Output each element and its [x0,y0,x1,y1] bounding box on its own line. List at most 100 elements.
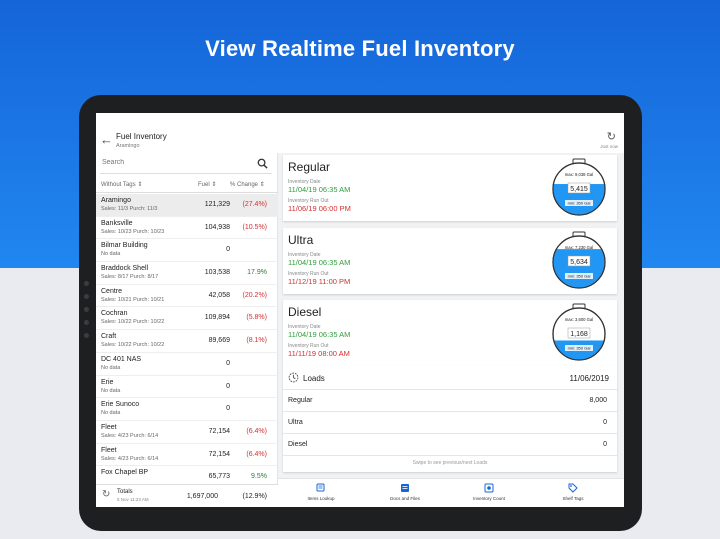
nav-label: Shelf Tags [562,496,584,501]
station-row[interactable]: Fox Chapel BP 65,773 9.5% [96,466,278,484]
run-out-date: 11/06/19 06:00 PM [288,204,351,213]
back-arrow-icon[interactable]: ← [100,133,113,147]
totals-change: (12.9%) [242,493,267,500]
sort-fuel-button[interactable]: Fuel ⇕ [198,181,216,188]
run-out-date: 11/11/19 08:00 AM [288,349,350,358]
inventory-count-icon [484,483,494,493]
station-list: Aramingo Sales: 11/3 Purch: 11/3 121,329 (2… [96,194,278,484]
loads-card[interactable]: Loads 11/06/2019 Regular 8,000 Ultra 0 D… [283,366,617,472]
page-subtitle: Aramingo [116,143,140,149]
station-change: (6.4%) [246,427,267,435]
app-bar: ← Fuel Inventory Aramingo ↻ Just now [96,113,624,153]
nav-inventory-count[interactable]: Inventory Count [454,483,524,501]
refresh-label: Just now [600,144,618,149]
station-fuel: 65,773 [208,473,230,481]
station-fuel: 72,154 [208,450,230,458]
loads-row: Diesel 0 [283,434,617,456]
station-dates: Sales: 11/3 Purch: 11/3 [101,206,158,212]
station-row[interactable]: Fleet Sales: 4/23 Purch: 6/14 72,154 (6.4%) [96,421,278,444]
station-dates: Sales: 10/22 Purch: 10/22 [101,342,165,349]
station-row[interactable]: Erie Sunoco No data 0 [96,398,278,421]
station-row[interactable]: Banksville Sales: 10/23 Purch: 10/23 104,9… [96,217,278,240]
nav-docs-files[interactable]: Docs and Files [370,483,440,501]
station-change: 17.9% [247,269,267,277]
station-name: Erie [101,378,114,386]
station-change: (5.8%) [246,314,267,322]
nav-shelf-tags[interactable]: Shelf Tags [538,483,608,501]
nav-label: Inventory Count [473,496,505,501]
loads-row-fuel: Diesel [288,441,308,448]
fuel-name: Diesel [288,305,322,319]
tank-value: 5,415 [570,186,588,193]
totals-row: ↻ Totals 5 Nov 11:23 AM 1,697,000 (12.9%… [96,484,278,507]
search-bar [100,156,272,174]
station-name: Cochran [101,310,128,318]
sort-tags-button[interactable]: Without Tags ⇕ [101,181,142,188]
search-icon[interactable] [257,158,268,169]
totals-fuel: 1,697,000 [186,493,218,500]
inventory-date: 11/04/19 06:35 AM [288,330,351,339]
bottom-nav: Items Lookup Docs and Files Inventory Co… [278,478,624,507]
station-name: Aramingo [101,197,131,204]
station-change: (27.4%) [242,201,267,208]
station-change: 9.5% [251,473,267,481]
nav-items-lookup[interactable]: Items Lookup [286,483,356,501]
station-row[interactable]: Aramingo Sales: 11/3 Purch: 11/3 121,329 (2… [96,194,278,217]
tank-value: 5,634 [570,259,588,266]
station-fuel: 0 [226,359,230,367]
station-row[interactable]: Cochran Sales: 10/22 Purch: 10/22 109,894 (… [96,307,278,331]
loads-header: Loads 11/06/2019 [283,366,617,390]
station-dates: Sales: 10/21 Purch: 10/21 [101,296,165,303]
tank-max: max: 3,600 Gal [565,317,593,322]
station-fuel: 72,154 [208,427,230,435]
station-row[interactable]: Erie No data 0 [96,376,278,399]
fuel-card[interactable]: Diesel Inventory Date 11/04/19 06:35 AM Inv… [283,300,617,366]
fuel-name: Regular [288,160,331,174]
station-fuel: 42,058 [208,291,230,299]
station-name: Banksville [101,219,133,227]
station-row[interactable]: Craft Sales: 10/22 Purch: 10/22 89,669 (8.1… [96,330,278,353]
station-row[interactable]: Fleet Sales: 4/23 Purch: 6/14 72,154 (6.4%) [96,444,278,467]
station-fuel: 0 [226,405,230,413]
loads-hint: Swipe to see previous/next Loads [412,460,488,466]
station-fuel: 104,938 [204,223,230,231]
station-row[interactable]: Bilmar Building No data 0 [96,239,278,263]
fuel-card[interactable]: Regular Inventory Date 11/04/19 06:35 AM In… [283,155,617,221]
shelf-tags-icon [568,483,578,493]
station-list-panel: Without Tags ⇕ Fuel ⇕ % Change ⇕ Araming… [96,153,278,507]
station-name: DC 401 NAS [101,355,142,363]
search-input[interactable] [102,159,242,166]
run-out-date: 11/12/19 11:00 PM [288,277,351,286]
loads-row-fuel: Regular [288,397,313,404]
tablet-sensor [84,307,89,312]
tank-max: max: 9,038 Gal [565,172,593,177]
tank-min: min: 350 Gal [568,274,591,279]
fuel-tank-gauge: max: 7,230 Gal 5,634 min: 350 Gal [552,231,606,289]
loads-row-value: 0 [603,419,607,426]
loads-row: Regular 8,000 [283,390,617,412]
sort-change-button[interactable]: % Change ⇕ [230,181,265,188]
station-dates: No data [101,251,121,258]
station-fuel: 103,538 [204,269,230,277]
tank-min: min: 350 Gal [568,201,591,206]
station-row[interactable]: DC 401 NAS No data 0 [96,353,278,376]
station-dates: Sales: 4/23 Purch: 6/14 [101,432,159,439]
station-name: Fox Chapel BP [101,469,149,477]
sync-icon[interactable]: ↻ [102,489,110,500]
fuel-card[interactable]: Ultra Inventory Date 11/04/19 06:35 AM Inve… [283,228,617,294]
station-dates: No data [101,410,121,417]
station-change: (6.4%) [246,450,267,458]
station-fuel: 109,894 [204,314,230,322]
page-title: Fuel Inventory [116,132,167,141]
station-dates: No data [101,387,121,394]
refresh-icon[interactable]: ↻ [607,132,616,143]
hero-title: View Realtime Fuel Inventory [205,36,515,61]
station-dates: Sales: 8/17 Purch: 8/17 [101,274,159,281]
tablet-sensor [84,333,89,338]
nav-label: Items Lookup [307,496,335,501]
station-row[interactable]: Braddock Shell Sales: 8/17 Purch: 8/17 103… [96,262,278,285]
tank-value: 1,168 [570,331,588,338]
station-row[interactable]: Centre Sales: 10/21 Purch: 10/21 42,058 (20… [96,285,278,308]
fuel-name: Ultra [288,233,314,247]
loads-date: 11/06/2019 [569,374,609,383]
